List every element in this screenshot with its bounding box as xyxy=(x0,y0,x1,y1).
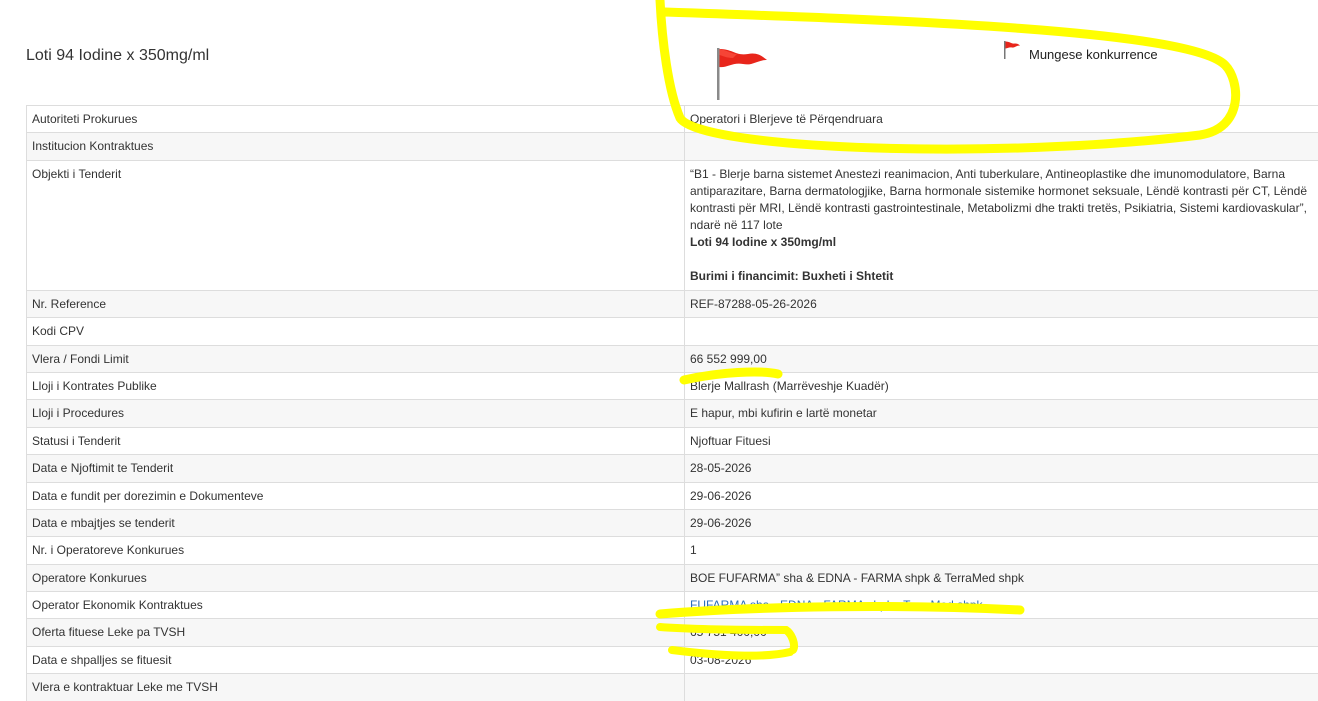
table-row: Objekti i Tenderit“B1 - Blerje barna sis… xyxy=(27,160,1318,290)
table-row: Lloji i Kontrates PublikeBlerje Mallrash… xyxy=(27,372,1318,399)
row-value: 66 552 999,00 xyxy=(685,345,1318,372)
table-row: Institucion Kontraktues xyxy=(27,133,1318,160)
table-row: Kodi CPV xyxy=(27,318,1318,345)
row-label: Nr. Reference xyxy=(27,290,685,317)
row-value: Operatori i Blerjeve të Përqendruara xyxy=(685,106,1318,133)
table-row: Vlera e kontraktuar Leke me TVSH xyxy=(27,674,1318,701)
tender-details-table: Autoriteti ProkuruesOperatori i Blerjeve… xyxy=(26,105,1318,701)
page-title: Loti 94 Iodine x 350mg/ml xyxy=(26,47,209,65)
row-label: Autoriteti Prokurues xyxy=(27,106,685,133)
table-row: Nr. i Operatoreve Konkurues1 xyxy=(27,537,1318,564)
row-label: Data e mbajtjes se tenderit xyxy=(27,509,685,536)
legend-no-competition: Mungese konkurrence xyxy=(1003,40,1158,65)
row-value: 29-06-2026 xyxy=(685,509,1318,536)
contractor-link[interactable]: FUFARMA sha - EDNA - FARMA shpk - TerraM… xyxy=(690,598,983,612)
row-value: BOE FUFARMA” sha & EDNA - FARMA shpk & T… xyxy=(685,564,1318,591)
table-row: Nr. ReferenceREF-87288-05-26-2026 xyxy=(27,290,1318,317)
row-label: Data e fundit per dorezimin e Dokumentev… xyxy=(27,482,685,509)
row-label: Lloji i Procedures xyxy=(27,400,685,427)
table-row: Oferta fituese Leke pa TVSH65 751 400,00 xyxy=(27,619,1318,646)
table-row: Data e fundit per dorezimin e Dokumentev… xyxy=(27,482,1318,509)
row-value: 1 xyxy=(685,537,1318,564)
tender-object-text: “B1 - Blerje barna sistemet Anestezi rea… xyxy=(690,166,1313,234)
row-value: “B1 - Blerje barna sistemet Anestezi rea… xyxy=(685,160,1318,290)
table-row: Statusi i TenderitNjoftuar Fituesi xyxy=(27,427,1318,454)
table-row: Data e mbajtjes se tenderit29-06-2026 xyxy=(27,509,1318,536)
red-flag-icon xyxy=(713,46,771,107)
row-value: 29-06-2026 xyxy=(685,482,1318,509)
table-row: Vlera / Fondi Limit66 552 999,00 xyxy=(27,345,1318,372)
table-row: Data e shpalljes se fituesit03-08-2026 xyxy=(27,646,1318,673)
red-flag-icon xyxy=(1003,40,1021,65)
row-label: Vlera e kontraktuar Leke me TVSH xyxy=(27,674,685,701)
row-label: Institucion Kontraktues xyxy=(27,133,685,160)
table-row: Data e Njoftimit te Tenderit28-05-2026 xyxy=(27,455,1318,482)
row-label: Statusi i Tenderit xyxy=(27,427,685,454)
row-value: Njoftuar Fituesi xyxy=(685,427,1318,454)
row-value xyxy=(685,133,1318,160)
row-label: Kodi CPV xyxy=(27,318,685,345)
row-value: 65 751 400,00 xyxy=(685,619,1318,646)
row-value xyxy=(685,318,1318,345)
row-label: Data e shpalljes se fituesit xyxy=(27,646,685,673)
row-value: REF-87288-05-26-2026 xyxy=(685,290,1318,317)
row-value xyxy=(685,674,1318,701)
row-label: Operator Ekonomik Kontraktues xyxy=(27,592,685,619)
row-value: Blerje Mallrash (Marrëveshje Kuadër) xyxy=(685,372,1318,399)
row-value[interactable]: FUFARMA sha - EDNA - FARMA shpk - TerraM… xyxy=(685,592,1318,619)
lot-name: Loti 94 Iodine x 350mg/ml xyxy=(690,234,1313,251)
row-value: E hapur, mbi kufirin e lartë monetar xyxy=(685,400,1318,427)
table-row: Lloji i ProceduresE hapur, mbi kufirin e… xyxy=(27,400,1318,427)
table-row: Autoriteti ProkuruesOperatori i Blerjeve… xyxy=(27,106,1318,133)
row-label: Operatore Konkurues xyxy=(27,564,685,591)
row-value: 03-08-2026 xyxy=(685,646,1318,673)
row-label: Nr. i Operatoreve Konkurues xyxy=(27,537,685,564)
funding-source: Burimi i financimit: Buxheti i Shtetit xyxy=(690,268,1313,285)
row-label: Vlera / Fondi Limit xyxy=(27,345,685,372)
table-row: Operator Ekonomik Kontraktues FUFARMA sha… xyxy=(27,592,1318,619)
row-label: Lloji i Kontrates Publike xyxy=(27,372,685,399)
table-row: Operatore KonkuruesBOE FUFARMA” sha & ED… xyxy=(27,564,1318,591)
row-label: Objekti i Tenderit xyxy=(27,160,685,290)
row-label: Oferta fituese Leke pa TVSH xyxy=(27,619,685,646)
row-value: 28-05-2026 xyxy=(685,455,1318,482)
legend-label: Mungese konkurrence xyxy=(1029,47,1158,62)
row-label: Data e Njoftimit te Tenderit xyxy=(27,455,685,482)
